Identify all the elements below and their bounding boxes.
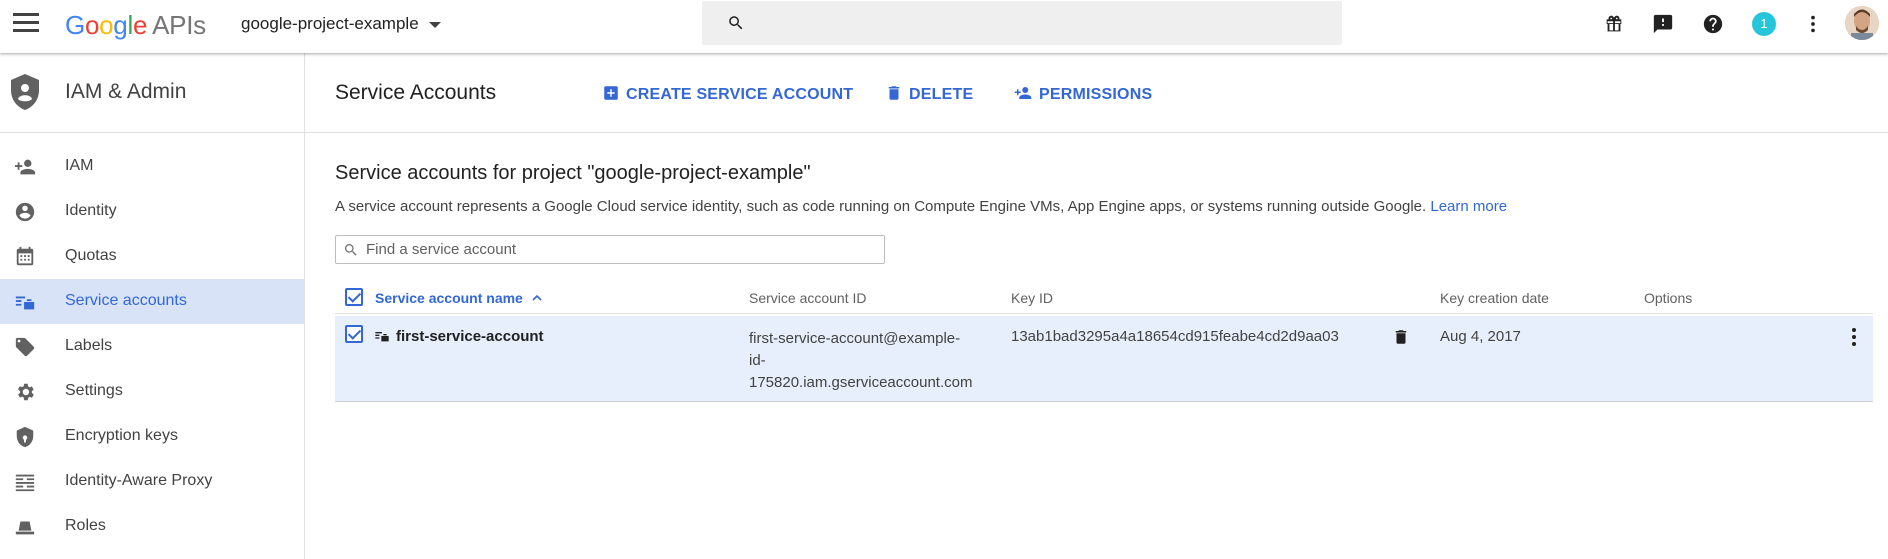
sidebar-item-label: Roles <box>65 517 106 534</box>
more-vert-icon[interactable] <box>1802 13 1824 35</box>
sidebar-item-label: Settings <box>65 382 123 399</box>
header-divider <box>335 313 1873 314</box>
chevron-down-icon <box>428 21 441 28</box>
shield-icon <box>11 74 39 110</box>
sidebar-item-label: Service accounts <box>65 292 187 309</box>
more-vert-icon[interactable] <box>1842 325 1866 349</box>
create-label: CREATE SERVICE ACCOUNT <box>626 86 854 103</box>
person-add-icon <box>14 159 36 175</box>
page-header: Service Accounts CREATE SERVICE ACCOUNT … <box>305 53 1888 133</box>
sidebar-item-encryption-keys[interactable]: Encryption keys <box>0 414 304 459</box>
search-icon <box>344 244 357 256</box>
alert-icon[interactable] <box>1652 13 1674 35</box>
sidebar-item-label: Identity <box>65 202 117 219</box>
sidebar-header: IAM & Admin <box>0 53 304 133</box>
proxy-icon <box>15 474 35 492</box>
select-all-checkbox[interactable] <box>345 288 363 306</box>
key-creation-date: Aug 4, 2017 <box>1440 328 1521 345</box>
top-app-bar: Google APIs google-project-example 1 <box>0 0 1888 53</box>
google-apis-logo[interactable]: Google APIs <box>65 10 206 41</box>
avatar-image <box>1845 6 1879 40</box>
delete-label: DELETE <box>909 86 974 103</box>
logo-letter: o <box>84 10 100 40</box>
project-name: google-project-example <box>241 14 419 33</box>
description: A service account represents a Google Cl… <box>335 198 1507 215</box>
permissions-label: PERMISSIONS <box>1039 86 1153 103</box>
service-account-icon <box>375 332 389 342</box>
add-box-icon <box>604 86 618 100</box>
service-account-icon <box>15 296 35 310</box>
column-header-options: Options <box>1644 290 1693 306</box>
column-header-name[interactable]: Service account name <box>375 290 543 306</box>
account-circle-icon <box>15 202 35 222</box>
learn-more-link[interactable]: Learn more <box>1430 198 1507 215</box>
table-row[interactable]: first-service-account first-service-acco… <box>335 316 1873 402</box>
create-service-account-button[interactable]: CREATE SERVICE ACCOUNT <box>602 84 853 104</box>
project-selector[interactable]: google-project-example <box>241 14 441 34</box>
hat-icon <box>15 521 35 535</box>
logo-letter: g <box>113 10 128 40</box>
permissions-button[interactable]: PERMISSIONS <box>1013 84 1152 104</box>
gear-icon <box>18 383 34 401</box>
sidebar-item-quotas[interactable]: Quotas <box>0 234 304 279</box>
sidebar-item-iam[interactable]: IAM <box>0 144 304 189</box>
service-account-name[interactable]: first-service-account <box>396 328 544 345</box>
logo-letter: o <box>99 10 114 40</box>
service-account-id-line: 175820.iam.gserviceaccount.com <box>749 374 973 391</box>
page-title: Service Accounts <box>335 81 497 104</box>
sidebar-item-settings[interactable]: Settings <box>0 369 304 414</box>
notification-badge[interactable]: 1 <box>1752 12 1776 36</box>
shield-key-icon <box>16 426 34 448</box>
sidebar-title: IAM & Admin <box>65 80 187 103</box>
filter-box <box>335 235 885 264</box>
person-add-icon <box>1014 87 1032 99</box>
sidebar-item-labels[interactable]: Labels <box>0 324 304 369</box>
calendar-icon <box>16 246 34 266</box>
description-text: A service account represents a Google Cl… <box>335 198 1427 215</box>
column-header-name-label: Service account name <box>375 290 523 306</box>
section-title: Service accounts for project "google-pro… <box>335 162 811 184</box>
label-icon <box>15 337 35 357</box>
help-icon[interactable] <box>1702 13 1724 35</box>
column-header-id: Service account ID <box>749 290 867 306</box>
find-service-account-input[interactable] <box>366 239 876 260</box>
sidebar-item-label: Quotas <box>65 247 117 264</box>
sidebar-item-label: Identity-Aware Proxy <box>65 472 213 489</box>
sidebar-item-service-accounts[interactable]: Service accounts <box>0 279 304 324</box>
gift-icon[interactable] <box>1603 13 1625 35</box>
logo-letter: G <box>65 10 85 40</box>
logo-suffix: APIs <box>152 10 206 40</box>
search-icon <box>729 16 743 30</box>
column-header-key-date: Key creation date <box>1440 290 1549 306</box>
avatar[interactable] <box>1845 6 1879 40</box>
delete-button[interactable]: DELETE <box>885 84 973 104</box>
key-id: 13ab1bad3295a4a18654cd915feabe4cd2d9aa03 <box>1011 328 1339 345</box>
service-account-id-line: id- <box>749 352 766 369</box>
service-account-id-line: first-service-account@example- <box>749 330 961 347</box>
delete-key-icon[interactable] <box>1392 328 1410 346</box>
sidebar-item-identity[interactable]: Identity <box>0 189 304 234</box>
service-account-id: first-service-account@example- id- 17582… <box>749 328 972 394</box>
search-bar[interactable] <box>702 1 1342 45</box>
column-header-key-id: Key ID <box>1011 290 1054 306</box>
sidebar-item-label: Labels <box>65 337 113 354</box>
delete-icon <box>888 86 900 100</box>
logo-letter: e <box>132 10 148 40</box>
row-checkbox[interactable] <box>345 325 363 343</box>
sidebar-item-label: IAM <box>65 157 94 174</box>
sidebar-item-identity-aware-proxy[interactable]: Identity-Aware Proxy <box>0 459 304 504</box>
sidebar-item-label: Encryption keys <box>65 427 178 444</box>
sidebar-item-roles[interactable]: Roles <box>0 504 304 549</box>
sidebar: IAM & Admin IAM Identity Quotas Service … <box>0 53 305 559</box>
menu-icon[interactable] <box>13 13 39 33</box>
sort-ascending-icon <box>532 294 542 301</box>
